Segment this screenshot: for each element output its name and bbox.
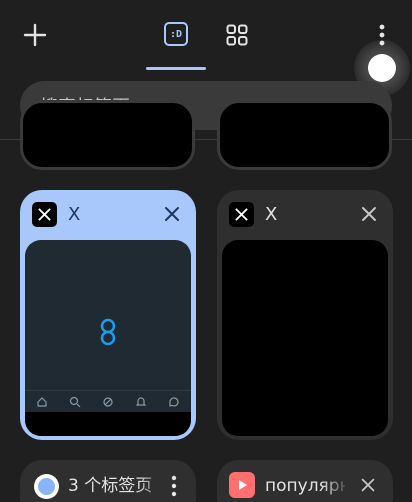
tab-title: X — [265, 204, 278, 225]
tab-thumbnail — [25, 240, 191, 436]
new-tab-button[interactable] — [18, 18, 52, 52]
tab-thumbnail — [222, 240, 388, 436]
close-tab-icon[interactable] — [359, 204, 379, 224]
top-toolbar: :D — [0, 0, 412, 72]
tab-card-youtube[interactable]: популярное — [217, 460, 393, 502]
tab-group-icon — [34, 474, 59, 499]
x-logo-icon — [32, 202, 57, 227]
more-vert-icon[interactable] — [170, 474, 178, 498]
tab-card-x[interactable]: X — [217, 190, 393, 440]
text-fade — [321, 470, 351, 502]
tab-card-x-selected[interactable]: X — [20, 190, 196, 440]
text-fade — [138, 470, 168, 502]
selected-tab-indicator — [146, 67, 206, 70]
messages-icon — [169, 396, 179, 407]
youtube-icon — [229, 472, 255, 498]
tab-title: X — [68, 204, 81, 225]
incognito-icon: :D — [164, 22, 188, 46]
grid-icon — [226, 24, 248, 46]
thumbnail-bottom-area — [25, 412, 191, 436]
x-logo-icon — [229, 202, 254, 227]
loading-spinner-icon — [100, 318, 116, 346]
close-tab-icon[interactable] — [359, 476, 377, 494]
touch-dot — [368, 54, 396, 82]
grok-icon — [103, 396, 113, 407]
tab-grid-button[interactable] — [222, 20, 252, 50]
tab-group-card[interactable]: 3 个标签页 — [20, 460, 196, 502]
thumbnail-bottom-nav — [25, 390, 191, 412]
tab-card-header: X — [217, 190, 393, 240]
home-icon — [36, 396, 47, 407]
partial-tab-card-right[interactable] — [217, 100, 392, 170]
tab-card-header: X — [20, 190, 196, 240]
close-tab-icon[interactable] — [162, 204, 182, 224]
plus-icon — [23, 23, 47, 47]
bell-icon — [135, 396, 147, 406]
incognito-tabs-toggle[interactable]: :D — [146, 18, 206, 70]
search-icon — [69, 396, 81, 407]
partial-tab-card-left[interactable] — [20, 100, 195, 170]
